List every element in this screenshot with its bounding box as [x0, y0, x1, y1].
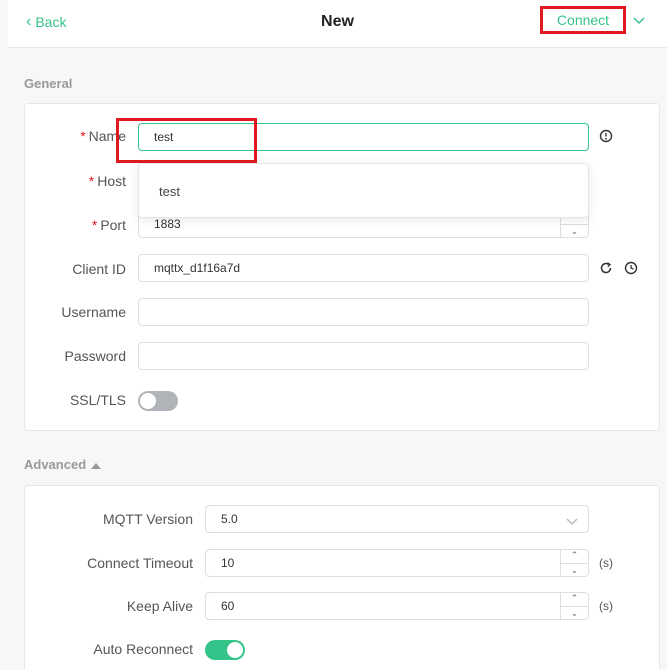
increment-icon[interactable]: ⌃ [561, 549, 588, 563]
client-id-input[interactable]: mqttx_d1f16a7d [138, 254, 589, 282]
mqtt-version-value: 5.0 [221, 512, 238, 526]
username-input[interactable] [138, 298, 589, 326]
keep-alive-stepper[interactable]: ⌃ ⌄ [560, 592, 588, 620]
connect-timeout-label: Connect Timeout [87, 555, 193, 571]
toggle-knob [227, 642, 243, 658]
suggestion-item[interactable]: test [159, 184, 180, 199]
keep-alive-input[interactable]: 60 [205, 592, 589, 620]
chevron-down-icon[interactable] [633, 14, 645, 28]
decrement-icon[interactable]: ⌄ [561, 562, 588, 578]
clock-icon[interactable] [624, 261, 638, 275]
port-label: * Port [91, 217, 126, 233]
decrement-icon[interactable]: ⌄ [561, 605, 588, 621]
toggle-knob [140, 393, 156, 409]
info-icon[interactable] [599, 129, 613, 143]
username-label: Username [61, 304, 126, 320]
auto-reconnect-toggle[interactable] [205, 640, 245, 660]
mqtt-version-label: MQTT Version [103, 511, 193, 527]
connect-timeout-unit: (s) [599, 556, 613, 570]
chevron-down-icon [566, 515, 578, 529]
ssl-label: SSL/TLS [69, 392, 126, 408]
connect-timeout-stepper[interactable]: ⌃ ⌄ [560, 549, 588, 577]
name-input[interactable]: test [138, 123, 589, 151]
refresh-icon[interactable] [599, 261, 613, 275]
mqtt-version-select[interactable]: 5.0 [205, 505, 589, 533]
keep-alive-label: Keep Alive [126, 598, 193, 614]
general-section-label: General [24, 76, 73, 91]
decrement-icon[interactable]: ⌄ [561, 223, 588, 239]
name-label: * Name [80, 128, 126, 144]
advanced-section-toggle[interactable]: Advanced [24, 457, 102, 472]
advanced-section-label: Advanced [24, 457, 87, 472]
keep-alive-unit: (s) [599, 599, 613, 613]
connect-timeout-input[interactable]: 10 [205, 549, 589, 577]
client-id-label: Client ID [72, 261, 126, 277]
ssl-toggle[interactable] [138, 391, 178, 411]
caret-up-icon [91, 457, 102, 472]
password-label: Password [64, 348, 126, 364]
auto-reconnect-label: Auto Reconnect [93, 641, 193, 657]
name-suggestion-list: test [138, 163, 589, 218]
host-label: * Host [88, 173, 126, 189]
connect-button[interactable]: Connect [540, 6, 626, 34]
password-input[interactable] [138, 342, 589, 370]
increment-icon[interactable]: ⌃ [561, 592, 588, 606]
